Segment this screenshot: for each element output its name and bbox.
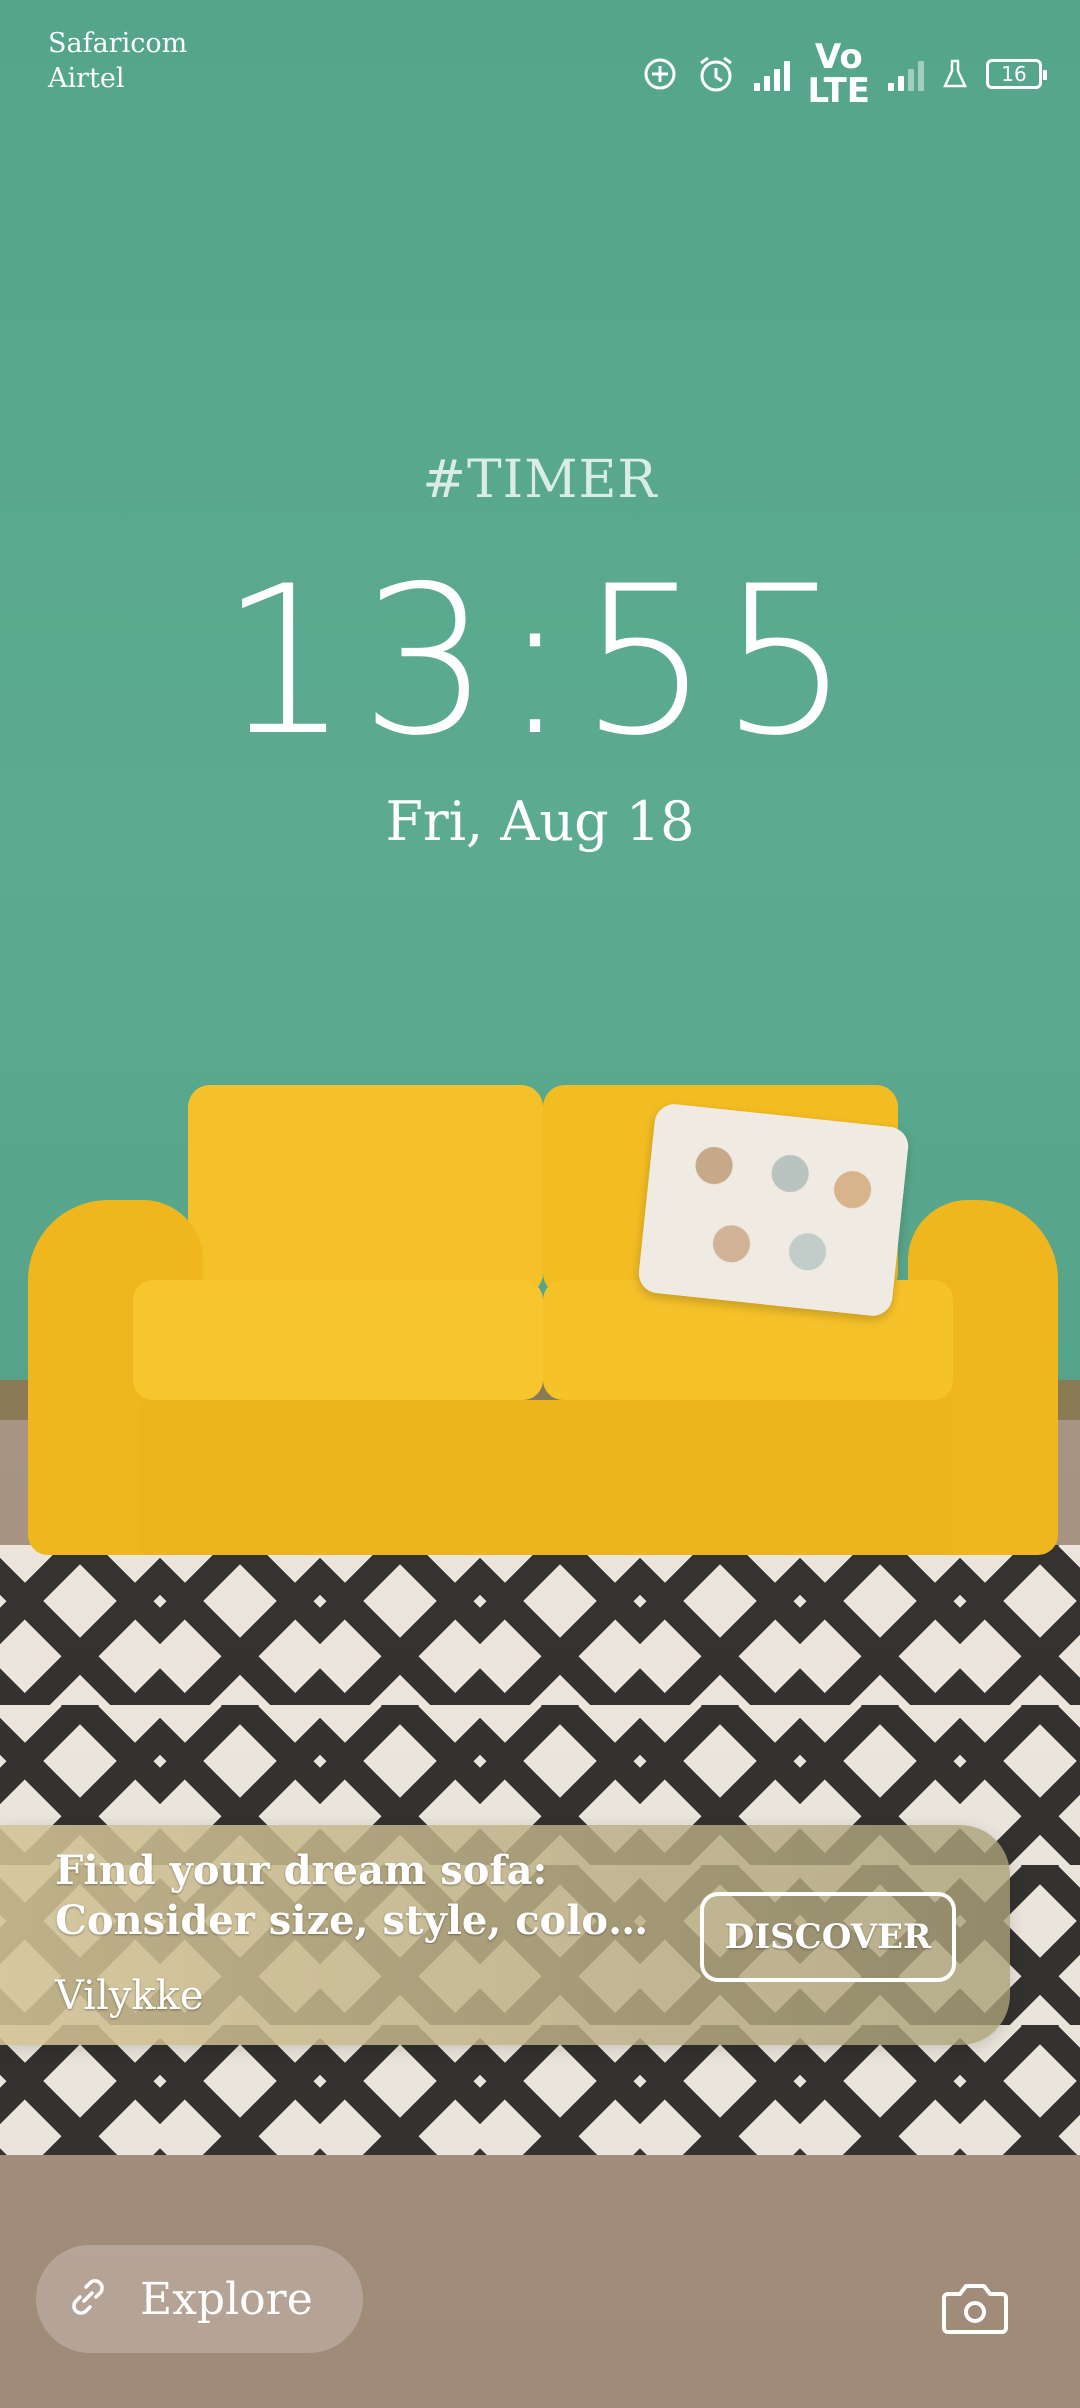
lab-icon bbox=[942, 58, 968, 90]
wallpaper-tag[interactable]: #TIMER bbox=[0, 450, 1080, 510]
carrier-names: Safaricom Airtel bbox=[48, 26, 187, 96]
status-bar: Safaricom Airtel Vo LTE 16 bbox=[0, 0, 1080, 108]
promo-card[interactable]: Find your dream sofa: Consider size, sty… bbox=[0, 1825, 1010, 2045]
wallpaper-sofa bbox=[28, 1085, 1058, 1555]
alarm-icon bbox=[696, 55, 736, 93]
promo-brand: Vilykke bbox=[55, 1973, 204, 2019]
explore-button[interactable]: Explore bbox=[36, 2245, 363, 2353]
clock-date: Fri, Aug 18 bbox=[385, 790, 695, 853]
carrier-1: Safaricom bbox=[48, 28, 188, 59]
signal-weak-icon bbox=[888, 57, 924, 91]
camera-icon[interactable] bbox=[940, 2278, 1010, 2338]
data-saver-icon bbox=[642, 56, 678, 92]
status-icons: Vo LTE 16 bbox=[642, 37, 1047, 111]
battery-icon: 16 bbox=[986, 59, 1047, 89]
volte-icon: Vo LTE bbox=[807, 37, 870, 111]
link-icon bbox=[66, 2275, 110, 2323]
discover-button[interactable]: DISCOVER bbox=[700, 1892, 956, 1982]
signal-icon bbox=[753, 57, 790, 91]
clock-time: 13:55 bbox=[219, 543, 861, 781]
promo-subtitle: Consider size, style, color, m... bbox=[55, 1897, 655, 1944]
pillow bbox=[636, 1102, 911, 1318]
promo-title: Find your dream sofa: bbox=[55, 1847, 548, 1894]
explore-label: Explore bbox=[140, 2273, 313, 2325]
carrier-2: Airtel bbox=[48, 63, 125, 94]
